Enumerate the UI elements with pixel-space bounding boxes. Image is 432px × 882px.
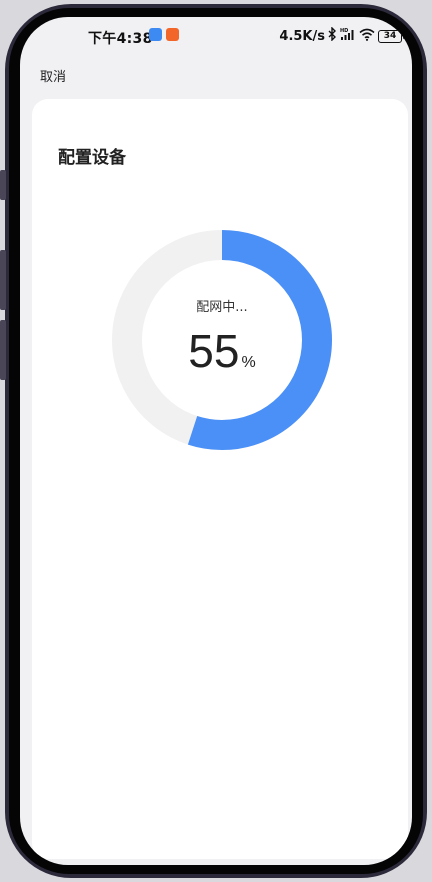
page-title: 配置设备 (58, 148, 126, 168)
screen: 下午4:38 4.5K/s HD 34 取消 配置设备 配网中... 55 % (20, 17, 412, 865)
status-bar: 下午4:38 4.5K/s HD 34 (20, 17, 412, 55)
progress-percent: 55% (111, 326, 333, 376)
signal-hd-icon: HD (340, 27, 356, 45)
status-time: 下午4:38 (88, 31, 153, 47)
network-speed: 4.5K/s (279, 28, 325, 44)
svg-text:HD: HD (340, 28, 348, 34)
phone-frame: 下午4:38 4.5K/s HD 34 取消 配置设备 配网中... 55 % (0, 0, 432, 882)
progress-percent-sign: % (241, 354, 256, 371)
side-button-action (0, 170, 6, 200)
side-button-volume-down (0, 320, 6, 380)
cancel-button[interactable]: 取消 (40, 66, 66, 85)
blue-app-badge-icon (149, 28, 162, 41)
battery-icon: 34 (378, 29, 405, 43)
bluetooth-icon (328, 26, 337, 45)
wifi-icon (359, 28, 375, 45)
side-button-volume-up (0, 250, 6, 310)
status-right: 4.5K/s HD 34 (279, 26, 405, 45)
progress-percent-value: 55 (188, 325, 240, 377)
orange-app-badge-icon (166, 28, 179, 41)
progress-status-text: 配网中... (196, 300, 248, 315)
config-card: 配置设备 配网中... 55% (32, 99, 408, 859)
progress-ring: 配网中... 55% (111, 229, 333, 451)
